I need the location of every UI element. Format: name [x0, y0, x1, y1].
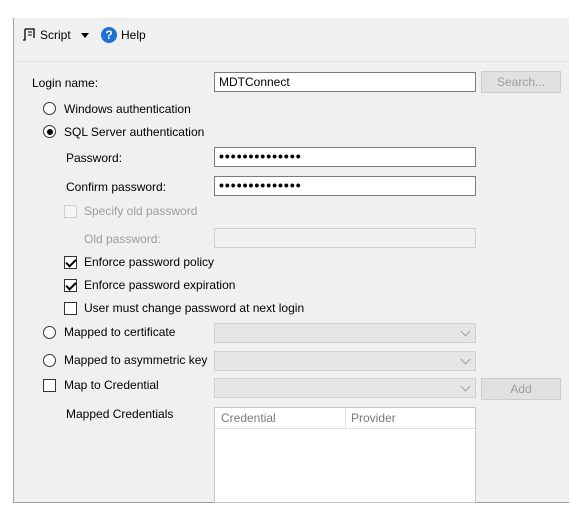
mapped-credentials-label: Mapped Credentials	[66, 407, 174, 421]
mapped-certificate-radio[interactable]	[43, 326, 56, 339]
password-label: Password:	[66, 151, 123, 165]
help-icon: ?	[101, 27, 117, 43]
password-field[interactable]: ••••••••••••••	[214, 147, 476, 167]
credential-dropdown[interactable]	[214, 378, 476, 398]
must-change-checkbox[interactable]	[64, 302, 77, 315]
confirm-password-label: Confirm password:	[66, 180, 167, 194]
map-credential-label: Map to Credential	[64, 378, 159, 392]
old-password-field[interactable]	[214, 228, 476, 248]
chevron-down-icon	[460, 354, 471, 365]
windows-auth-label: Windows authentication	[64, 102, 191, 116]
confirm-password-field[interactable]: ••••••••••••••	[214, 176, 476, 196]
must-change-label: User must change password at next login	[84, 301, 305, 315]
sql-auth-radio[interactable]	[43, 125, 56, 138]
grid-header: Credential Provider	[215, 408, 475, 429]
toolbar-divider	[14, 61, 569, 62]
map-credential-checkbox[interactable]	[43, 379, 56, 392]
login-properties-panel: Script ? Help Login name: MDTConnect Sea…	[13, 18, 569, 503]
script-button[interactable]: Script	[22, 26, 89, 44]
asymmetric-key-dropdown[interactable]	[214, 351, 476, 371]
toolbar: Script ? Help	[14, 18, 569, 54]
specify-old-password-label: Specify old password	[84, 204, 198, 218]
mapped-asymmetric-key-radio[interactable]	[43, 354, 56, 367]
enforce-policy-checkbox[interactable]	[64, 256, 77, 269]
certificate-dropdown[interactable]	[214, 323, 476, 343]
mapped-certificate-label: Mapped to certificate	[64, 325, 176, 339]
mapped-credentials-grid[interactable]: Credential Provider	[214, 407, 476, 503]
help-button[interactable]: ? Help	[101, 26, 146, 44]
chevron-down-icon	[460, 326, 471, 337]
column-header-credential[interactable]: Credential	[221, 411, 276, 425]
login-name-input[interactable]: MDTConnect	[214, 72, 476, 92]
sql-auth-label: SQL Server authentication	[64, 125, 205, 139]
old-password-label: Old password:	[84, 232, 161, 246]
enforce-expiration-label: Enforce password expiration	[84, 278, 236, 292]
column-divider	[345, 408, 346, 428]
mapped-asymmetric-key-label: Mapped to asymmetric key	[64, 353, 208, 367]
help-label: Help	[121, 28, 146, 42]
script-icon	[22, 28, 36, 42]
enforce-expiration-checkbox[interactable]	[64, 279, 77, 292]
chevron-down-icon	[460, 381, 471, 392]
windows-auth-radio[interactable]	[43, 102, 56, 115]
script-label: Script	[40, 28, 71, 42]
login-name-label: Login name:	[32, 76, 99, 90]
search-button[interactable]: Search...	[481, 71, 561, 93]
column-header-provider[interactable]: Provider	[351, 411, 396, 425]
chevron-down-icon[interactable]	[80, 32, 89, 38]
enforce-policy-label: Enforce password policy	[84, 255, 215, 269]
add-credential-button[interactable]: Add	[481, 378, 561, 400]
specify-old-password-checkbox[interactable]	[64, 205, 77, 218]
